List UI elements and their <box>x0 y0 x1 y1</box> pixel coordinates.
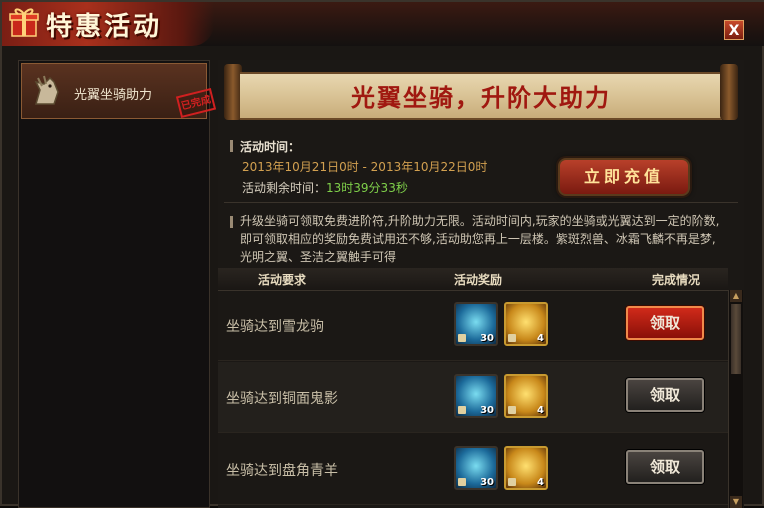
gold-token-icon[interactable]: 4 <box>504 302 548 346</box>
claim-button[interactable]: 领取 <box>626 306 704 340</box>
horse-head-icon <box>34 75 59 105</box>
date-range: 2013年10月21日0时 - 2013年10月22日0时 <box>242 160 488 174</box>
wing-scroll-icon[interactable]: 30 <box>454 374 498 418</box>
remaining-label: 活动剩余时间： <box>242 181 327 195</box>
reward-count: 30 <box>480 333 494 344</box>
lock-icon <box>508 406 516 414</box>
scroll-up-icon[interactable]: ▲ <box>730 290 742 302</box>
completed-stamp: 已完成 <box>175 87 217 119</box>
lock-icon <box>508 334 516 342</box>
table-row: 坐骑达到铜面鬼影 30 4 领取 <box>218 362 728 433</box>
requirement-text: 坐骑达到盘角青羊 <box>226 463 338 479</box>
sidebar-item-label: 光翼坐骑助力 <box>74 88 153 103</box>
lock-icon <box>458 334 466 342</box>
reward-count: 4 <box>537 405 544 416</box>
banner-title: 光翼坐骑，升阶大助力 <box>351 83 611 112</box>
scrollbar[interactable]: ▲ ▼ <box>728 290 743 508</box>
lock-icon <box>458 478 466 486</box>
lock-icon <box>458 406 466 414</box>
recharge-button[interactable]: 立即充值 <box>558 158 690 196</box>
divider <box>224 202 738 203</box>
section-marker <box>230 140 233 152</box>
header-status: 完成情况 <box>652 273 701 287</box>
title-bar: 特惠活动 X <box>2 2 764 46</box>
gift-icon <box>9 8 39 37</box>
title-badge: 特惠活动 <box>2 2 214 46</box>
table-header: 活动要求 活动奖励 完成情况 <box>218 268 728 291</box>
remaining-time: 活动剩余时间：13时39分33秒 <box>242 179 408 196</box>
gold-token-icon[interactable]: 4 <box>504 446 548 490</box>
gold-token-icon[interactable]: 4 <box>504 374 548 418</box>
reward-count: 30 <box>480 477 494 488</box>
event-description: 升级坐骑可领取免费进阶符,升阶助力无限。活动时间内,玩家的坐骑或光翼达到一定的阶… <box>240 214 720 264</box>
sidebar: 光翼坐骑助力 已完成 <box>18 60 217 508</box>
time-label: 活动时间： <box>240 140 301 154</box>
title-scroll-banner: 光翼坐骑，升阶大助力 <box>222 62 740 122</box>
reward-count: 30 <box>480 405 494 416</box>
claim-button[interactable]: 领取 <box>626 450 704 484</box>
close-button[interactable]: X <box>724 20 744 40</box>
remaining-value: 13时39分33秒 <box>326 181 408 195</box>
reward-table: 坐骑达到雪龙驹 30 4 领取 坐骑达到铜面鬼影 30 4 领取 坐骑达到盘角青… <box>218 290 728 508</box>
lock-icon <box>508 478 516 486</box>
event-window: 特惠活动 X 光翼坐骑助力 已完成 光翼坐骑，升阶大助力 活动时间： 2013年… <box>0 0 764 508</box>
requirement-text: 坐骑达到铜面鬼影 <box>226 391 338 407</box>
wing-scroll-icon[interactable]: 30 <box>454 446 498 490</box>
scroll-thumb[interactable] <box>731 304 741 374</box>
table-row: 坐骑达到盘角青羊 30 4 领取 <box>218 434 728 505</box>
reward-count: 4 <box>537 333 544 344</box>
section-marker <box>230 216 233 228</box>
window-title: 特惠活动 <box>46 12 163 42</box>
table-row: 坐骑达到雪龙驹 30 4 领取 <box>218 290 728 361</box>
scroll-down-icon[interactable]: ▼ <box>730 496 742 508</box>
requirement-text: 坐骑达到雪龙驹 <box>226 319 324 335</box>
header-requirement: 活动要求 <box>258 273 307 287</box>
main-panel: 光翼坐骑，升阶大助力 活动时间： 2013年10月21日0时 - 2013年10… <box>218 60 744 508</box>
header-reward: 活动奖励 <box>454 273 503 287</box>
sidebar-item-mount-boost[interactable]: 光翼坐骑助力 已完成 <box>21 63 217 119</box>
wing-scroll-icon[interactable]: 30 <box>454 302 498 346</box>
claim-button[interactable]: 领取 <box>626 378 704 412</box>
reward-count: 4 <box>537 477 544 488</box>
